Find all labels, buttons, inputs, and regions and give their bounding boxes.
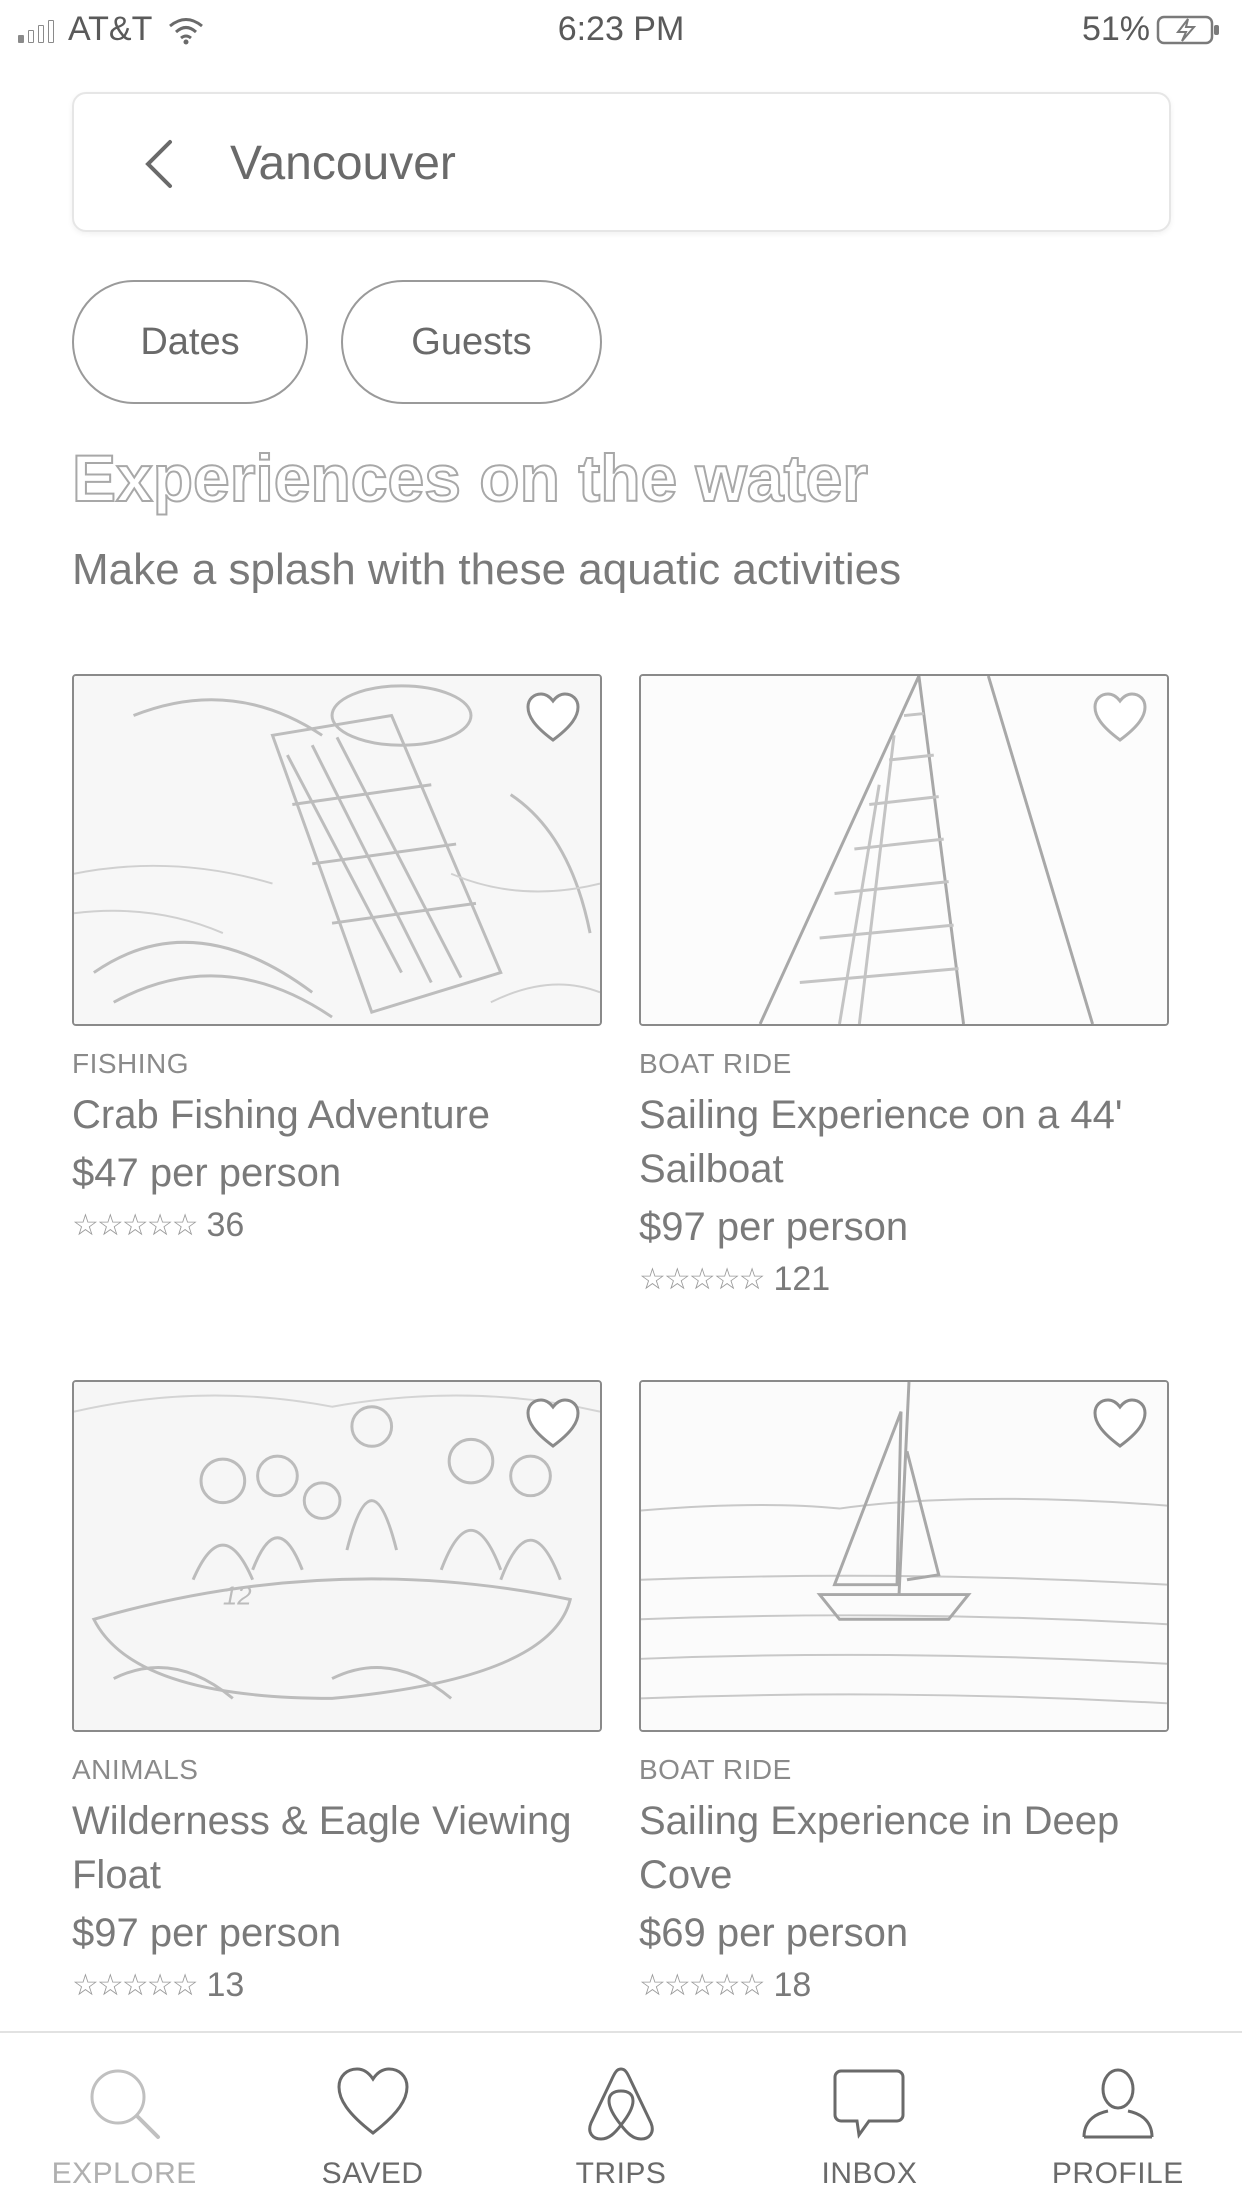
card-title[interactable]: Wilderness & Eagle Viewing Float [72, 1794, 602, 1902]
tab-label: INBOX [821, 2157, 918, 2190]
experience-card[interactable]: FISHING Crab Fishing Adventure $47 per p… [72, 674, 602, 1245]
star-rating-icon: ☆☆☆☆☆ [72, 1969, 198, 2002]
card-price: $97 per person [639, 1205, 909, 1249]
heart-icon[interactable] [1091, 1396, 1149, 1450]
crab-trap-illustration [74, 676, 600, 1024]
tab-label: EXPLORE [51, 2157, 197, 2190]
card-price: $69 per person [639, 1911, 909, 1955]
chat-bubble-icon [833, 2069, 905, 2139]
search-input[interactable]: Vancouver [230, 136, 456, 192]
card-category: BOAT RIDE [639, 1754, 792, 1785]
search-icon [90, 2069, 161, 2139]
review-count: 36 [206, 1206, 245, 1244]
review-count: 18 [773, 1966, 812, 2004]
person-icon [1082, 2068, 1154, 2139]
tab-label: TRIPS [575, 2157, 667, 2190]
dates-filter-label: Dates [140, 320, 240, 363]
card-price: $97 per person [72, 1911, 342, 1955]
rafting-illustration: 12 [74, 1382, 600, 1730]
heart-icon[interactable] [524, 1396, 582, 1450]
sail-closeup-photo[interactable] [639, 674, 1169, 1026]
card-title[interactable]: Sailing Experience in Deep Cove [639, 1794, 1169, 1902]
heart-icon[interactable] [524, 690, 582, 744]
star-rating-icon: ☆☆☆☆☆ [639, 1969, 765, 2002]
review-count: 13 [206, 1966, 245, 2004]
card-price: $47 per person [72, 1151, 342, 1195]
review-count: 121 [773, 1260, 831, 1298]
battery-charging-icon [1156, 15, 1219, 44]
card-rating: ☆☆☆☆☆ 121 [639, 1260, 1169, 1299]
card-category: ANIMALS [72, 1754, 199, 1785]
status-right: 51% [1082, 10, 1222, 49]
tab-inbox[interactable]: INBOX [745, 2033, 993, 2208]
card-category: FISHING [72, 1048, 190, 1079]
star-rating-icon: ☆☆☆☆☆ [72, 1209, 198, 1242]
svg-text:12: 12 [223, 1582, 252, 1610]
sailboat-illustration [641, 1382, 1167, 1730]
status-bar: AT&T 6:23 PM 51% [0, 0, 1242, 58]
airbnb-logo-icon [588, 2067, 654, 2141]
section-title: Experiences on the water [71, 440, 869, 516]
tab-saved[interactable]: SAVED [248, 2033, 496, 2208]
dates-filter-button[interactable]: Dates [72, 280, 308, 404]
bottom-tab-bar: EXPLORE SAVED TRIPS INBOX PROFILE [0, 2031, 1242, 2208]
heart-icon[interactable] [1091, 690, 1149, 744]
experience-card[interactable]: 12 ANIMALS Wilderness & Eagle Viewing Fl… [72, 1380, 602, 2005]
guests-filter-label: Guests [411, 320, 532, 363]
chevron-left-icon[interactable] [134, 136, 190, 192]
card-rating: ☆☆☆☆☆ 18 [639, 1966, 1169, 2005]
card-category: BOAT RIDE [639, 1048, 792, 1079]
tab-explore[interactable]: EXPLORE [0, 2033, 248, 2208]
experience-card[interactable]: BOAT RIDE Sailing Experience on a 44' Sa… [639, 674, 1169, 1299]
card-title[interactable]: Crab Fishing Adventure [72, 1088, 602, 1142]
star-rating-icon: ☆☆☆☆☆ [639, 1263, 765, 1296]
tab-label: PROFILE [1051, 2157, 1184, 2190]
sailboat-on-water-photo[interactable] [639, 1380, 1169, 1732]
tab-trips[interactable]: TRIPS [497, 2033, 745, 2208]
rafting-group-photo[interactable]: 12 [72, 1380, 602, 1732]
experience-card[interactable]: BOAT RIDE Sailing Experience in Deep Cov… [639, 1380, 1169, 2005]
heart-icon [337, 2067, 409, 2135]
status-time: 6:23 PM [557, 10, 685, 48]
search-bar[interactable]: Vancouver [72, 92, 1171, 232]
sail-illustration [641, 676, 1167, 1024]
card-rating: ☆☆☆☆☆ 13 [72, 1966, 602, 2005]
card-rating: ☆☆☆☆☆ 36 [72, 1206, 602, 1245]
crab-trap-photo[interactable] [72, 674, 602, 1026]
tab-label: SAVED [321, 2157, 424, 2190]
section-subtitle: Make a splash with these aquatic activit… [72, 545, 902, 594]
guests-filter-button[interactable]: Guests [341, 280, 602, 404]
card-title[interactable]: Sailing Experience on a 44' Sailboat [639, 1088, 1169, 1196]
tab-profile[interactable]: PROFILE [994, 2033, 1242, 2208]
battery-percent: 51% [1081, 10, 1150, 48]
